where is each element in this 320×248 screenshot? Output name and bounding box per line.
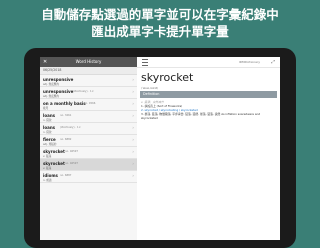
definition-body: v. 猛漲；突然高升 1. 扶搖直上 (Sort of Fireworks) 2… (141, 100, 275, 120)
history-rank: (#Actively) · 1× (73, 90, 94, 93)
chevron-right-icon: › (132, 78, 134, 83)
history-rank: no. 4566 (84, 102, 96, 105)
headline-line-2: 匯出成單字卡提升單字量 (91, 24, 229, 39)
history-definition: n. 成語 (43, 179, 52, 182)
history-row[interactable]: fierce no. 6882 adj. 兇猛的 › (40, 135, 137, 147)
chevron-right-icon: › (132, 150, 134, 155)
promo-headline: 自動儲存點選過的單字並可以在字彙紀錄中 匯出成單字卡提升單字量 (0, 6, 320, 40)
history-row[interactable]: idioms no. 6887 n. 成語 › (40, 171, 137, 183)
history-definition: n. 貸款 (43, 131, 52, 134)
history-row[interactable]: on a monthly basis no. 4566 按月 › (40, 99, 137, 111)
definition-section-header[interactable]: Definition (140, 91, 277, 98)
history-rank: no. 46597 (65, 150, 79, 153)
chevron-right-icon: › (132, 90, 134, 95)
headline-line-1: 自動儲存點選過的單字並可以在字彙紀錄中 (41, 7, 279, 22)
history-row[interactable]: loans (#Actively) · 1× n. 貸款 › (40, 123, 137, 135)
close-icon[interactable]: ✕ (43, 57, 47, 67)
history-date-header: 06/25/2018 (40, 67, 137, 75)
sidebar-title: Word History (75, 59, 102, 64)
history-definition: adj. 兇猛的 (43, 143, 57, 146)
word-detail-pane: IDMDictionary ⤢ skyrocket /ˈskaɪˌrɒkɪt/ … (137, 57, 280, 240)
history-row-selected[interactable]: skyrocket no. 46597 v. 猛漲 › (40, 159, 137, 171)
chevron-right-icon: › (132, 174, 134, 179)
detail-word: skyrocket (141, 71, 194, 84)
history-definition: adj. 無反應的 (43, 95, 59, 98)
history-rank: no. 46597 (65, 162, 79, 165)
history-definition: v. 猛漲 (43, 167, 52, 170)
history-definition: v. 猛漲 (43, 155, 52, 158)
chevron-right-icon: › (132, 114, 134, 119)
chevron-right-icon: › (132, 102, 134, 107)
history-row[interactable]: loans no. 3261 n. 貸款 › (40, 111, 137, 123)
history-rank: no. 6887 (60, 174, 72, 177)
history-rank: (#Actively) · 1× (60, 126, 81, 129)
history-definition: adj. 無反應的 (43, 83, 59, 86)
dictionary-selector[interactable]: IDMDictionary (239, 60, 260, 64)
chevron-right-icon: › (132, 162, 134, 167)
history-rank: no. 3261 (60, 114, 72, 117)
definition-line: 3. 暴漲, 猛漲, 物價飛漲, 平步青雲, 猛漲, 猛增, 暴漲, 猛漲, 突… (141, 112, 261, 120)
chevron-right-icon: › (132, 138, 134, 143)
history-definition: n. 貸款 (43, 119, 52, 122)
app-screen: ✕ Word History 06/25/2018 unresponsive a… (40, 57, 280, 240)
history-row[interactable]: skyrocket no. 46597 v. 猛漲 › (40, 147, 137, 159)
expand-icon[interactable]: ⤢ (271, 59, 275, 65)
sidebar-header: ✕ Word History (40, 57, 137, 67)
history-rank: no. 6882 (60, 138, 72, 141)
detail-toolbar: IDMDictionary ⤢ (137, 57, 280, 68)
history-row[interactable]: unresponsive (#Actively) · 1× adj. 無反應的 … (40, 87, 137, 99)
menu-icon[interactable] (142, 59, 148, 66)
history-word: on a monthly basis (43, 101, 86, 106)
chevron-right-icon: › (132, 126, 134, 131)
history-definition: 按月 (43, 107, 49, 110)
word-history-sidebar: ✕ Word History 06/25/2018 unresponsive a… (40, 57, 138, 240)
history-row[interactable]: unresponsive adj. 無反應的 › (40, 75, 137, 87)
pronunciation: /ˈskaɪˌrɒkɪt/ (141, 86, 159, 90)
